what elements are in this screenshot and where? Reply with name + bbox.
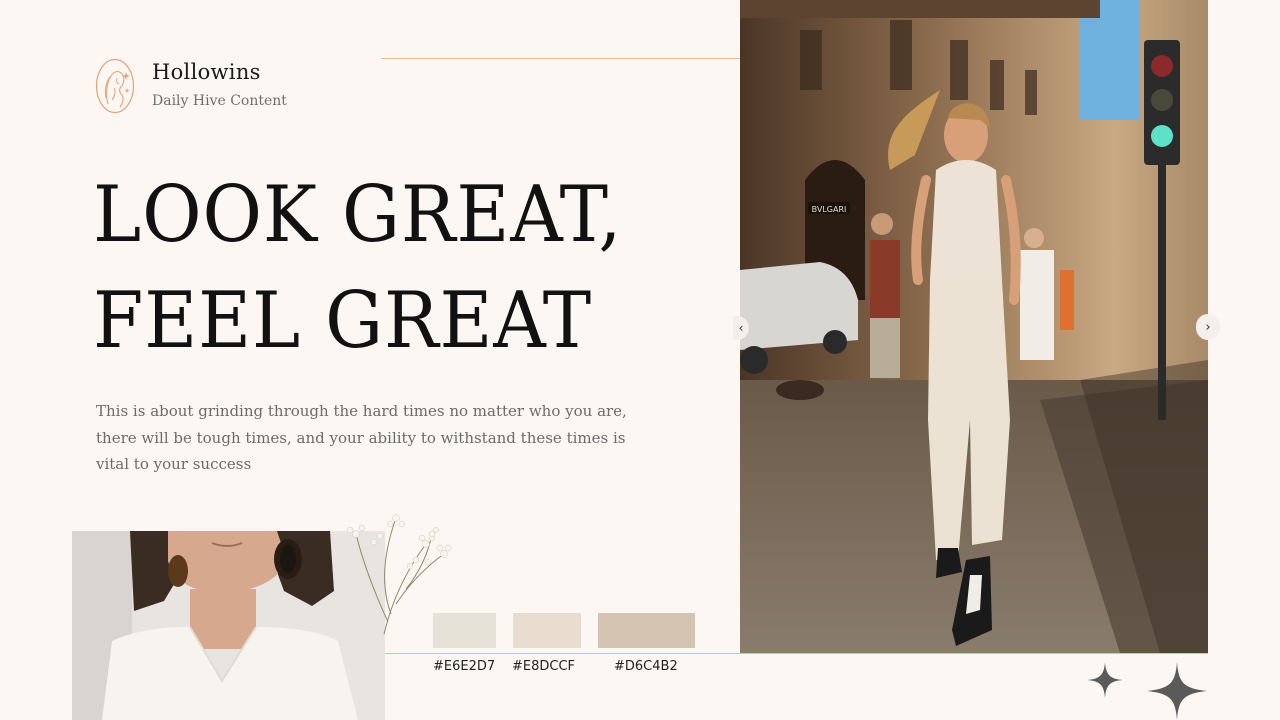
headline-line-1: LOOK GREAT, [93, 170, 623, 260]
headline-line-2: FEEL GREAT [93, 276, 593, 366]
logo-icon [95, 58, 135, 114]
palette-swatch-1 [433, 613, 496, 648]
sparkle-small-icon [1087, 662, 1123, 698]
top-divider-line [381, 58, 740, 59]
palette-label-1: #E6E2D7 [433, 659, 496, 674]
brand-name: Hollowins [152, 60, 261, 84]
palette-swatch-3 [598, 613, 695, 648]
bottom-divider-line [385, 653, 1208, 654]
brand-tagline: Daily Hive Content [152, 93, 287, 109]
body-paragraph: This is about grinding through the hard … [96, 402, 627, 473]
palette-label-2: #E8DCCF [512, 659, 576, 674]
sparkle-large-icon [1147, 662, 1207, 720]
headline: LOOK GREAT, FEEL GREAT [93, 162, 688, 374]
palette-label-3: #D6C4B2 [614, 659, 678, 674]
carousel-next-button[interactable]: › [1196, 314, 1220, 340]
hero-photo: BVLGARI [740, 0, 1208, 653]
hero-photo-illustration: BVLGARI [740, 0, 1208, 653]
shop-sign: BVLGARI [812, 205, 847, 214]
palette-swatch-2 [513, 613, 581, 648]
